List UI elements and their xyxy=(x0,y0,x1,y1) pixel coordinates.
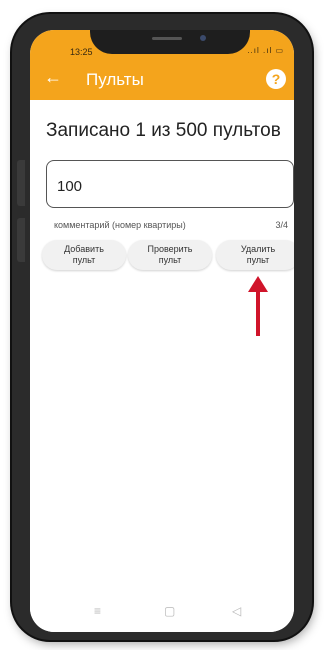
volume-button xyxy=(17,160,25,206)
delete-remote-button-label: Удалить пульт xyxy=(240,244,276,265)
help-icon[interactable]: ? xyxy=(266,69,286,89)
system-nav-bar: ≡ ▢ ◁ xyxy=(30,594,294,632)
device-mockup: 13:25 ..ıl .ıl ▭ ← Пульты ? Записано 1 и… xyxy=(0,0,324,650)
annotation-arrow-icon xyxy=(248,276,268,336)
camera-notch xyxy=(90,30,250,54)
field-helper-text: комментарий (номер квартиры) xyxy=(54,220,186,230)
back-arrow-icon[interactable]: ← xyxy=(44,68,62,86)
apartment-comment-value[interactable]: 100 xyxy=(57,178,82,195)
camera-icon xyxy=(200,35,206,41)
apartment-comment-field[interactable]: 100 xyxy=(46,160,294,208)
delete-remote-button[interactable]: Удалить пульт xyxy=(216,240,294,270)
status-icons: ..ıl .ıl ▭ xyxy=(247,46,284,55)
power-button xyxy=(17,218,25,262)
add-remote-button-label: Добавить пульт xyxy=(64,244,104,265)
menu-icon[interactable]: ≡ xyxy=(94,604,101,618)
character-counter: 3/4 xyxy=(275,220,288,230)
remotes-count-heading: Записано 1 из 500 пультов xyxy=(46,120,281,141)
check-remote-button[interactable]: Проверить пульт xyxy=(128,240,212,270)
add-remote-button[interactable]: Добавить пульт xyxy=(42,240,126,270)
speaker-grille xyxy=(152,37,182,40)
nav-back-icon[interactable]: ◁ xyxy=(232,604,241,618)
status-time: 13:25 xyxy=(70,47,93,57)
home-icon[interactable]: ▢ xyxy=(164,604,175,618)
phone-screen: 13:25 ..ıl .ıl ▭ ← Пульты ? Записано 1 и… xyxy=(30,30,294,632)
app-bar: 13:25 ..ıl .ıl ▭ ← Пульты ? xyxy=(30,30,294,100)
check-remote-button-label: Проверить пульт xyxy=(147,244,193,265)
page-title: Пульты xyxy=(86,70,144,89)
